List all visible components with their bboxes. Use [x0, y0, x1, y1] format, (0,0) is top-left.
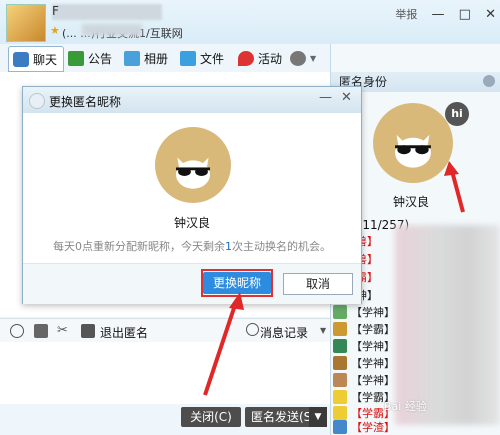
dialog-avatar: [155, 127, 231, 203]
anon-profile-name: 钟汉良: [393, 195, 430, 209]
redacted-member-names: [395, 225, 500, 425]
message-input[interactable]: [0, 342, 330, 404]
tab-activity-label: 活动: [258, 51, 283, 66]
member-avatar: [333, 304, 347, 319]
group-chat-window: F ★ (... ...)行业交流1/互联网 举报 — □ ✕ 聊天 公告 相册…: [0, 0, 500, 435]
message-history-button[interactable]: 消息记录: [260, 324, 308, 341]
member-badge: 【学渣】: [351, 420, 395, 434]
send-options-button[interactable]: ▼: [309, 407, 327, 427]
dialog-title: 更换匿名昵称: [49, 95, 122, 109]
cat-sunglasses-icon: [175, 157, 211, 189]
member-badge: 【学神】: [351, 373, 395, 387]
dialog-footer: 更换昵称 取消: [23, 263, 361, 304]
member-row[interactable]: 【学霸】: [333, 320, 396, 337]
member-avatar: [333, 419, 347, 434]
group-avatar[interactable]: [6, 4, 46, 42]
cat-sunglasses-icon: [395, 135, 431, 169]
dialog-nickname: 钟汉良: [173, 216, 210, 230]
member-badge: 【学神】: [351, 339, 395, 353]
star-icon: ★: [50, 24, 60, 37]
close-window-button[interactable]: ✕: [485, 7, 496, 22]
tab-chat[interactable]: 聊天: [8, 46, 65, 72]
exit-anon-icon: [81, 324, 95, 338]
chevron-down-icon: ▼: [310, 53, 317, 63]
group-name[interactable]: F: [52, 4, 59, 18]
member-badge: 【学霸】: [351, 322, 395, 336]
member-row[interactable]: 【学神】: [333, 354, 396, 371]
member-avatar: [333, 321, 347, 336]
note-text: 每天0点重新分配新昵称，今天剩余: [53, 240, 225, 253]
tab-activity[interactable]: 活动: [238, 47, 282, 69]
member-avatar: [333, 389, 347, 404]
tab-album-label: 相册: [144, 51, 169, 66]
qq-penguin-icon: [29, 93, 45, 109]
change-nickname-button[interactable]: 更换昵称: [203, 272, 271, 294]
input-toolbar: ✂ 退出匿名 消息记录 ▼: [0, 318, 330, 343]
dialog-note: 每天0点重新分配新昵称，今天剩余1次主动换名的机会。: [23, 238, 361, 254]
title-bar: F ★ (... ...)行业交流1/互联网 举报 — □ ✕: [0, 0, 500, 44]
report-link[interactable]: 举报: [395, 6, 417, 22]
note-count: 1: [225, 240, 232, 253]
cancel-button[interactable]: 取消: [283, 273, 353, 295]
close-button[interactable]: 关闭(C): [181, 407, 241, 427]
photo-icon: [124, 50, 140, 66]
anon-avatar: [373, 103, 453, 183]
member-avatar: [333, 338, 347, 353]
tab-files-label: 文件: [200, 51, 225, 66]
tab-files[interactable]: 文件: [180, 47, 224, 69]
group-toolbar: 聊天 公告 相册 文件 活动 ▼: [0, 44, 330, 72]
flag-icon: [68, 50, 84, 66]
member-avatar: [333, 372, 347, 387]
member-row[interactable]: 【学神】: [333, 371, 396, 388]
tab-album[interactable]: 相册: [124, 47, 168, 69]
window-controls: 举报 — □ ✕: [385, 6, 496, 22]
member-badge: 【学神】: [351, 356, 395, 370]
member-avatar: [333, 355, 347, 370]
group-name-blurred: [52, 4, 162, 20]
dialog-close-button[interactable]: ✕: [341, 90, 352, 105]
tab-announcement-label: 公告: [88, 51, 113, 66]
tab-more[interactable]: ▼: [290, 47, 316, 69]
change-nickname-dialog: 更换匿名昵称 — ✕ 钟汉良 每天0点重新分配新昵称，今天剩余1次主动换名的机会…: [22, 86, 362, 304]
exit-anon-button[interactable]: 退出匿名: [100, 324, 148, 341]
tab-announcement[interactable]: 公告: [68, 47, 112, 69]
member-row[interactable]: 【学渣】: [333, 418, 396, 435]
chevron-down-icon[interactable]: ▼: [320, 326, 326, 335]
member-row[interactable]: 【学神】: [333, 303, 396, 320]
emoji-icon[interactable]: [10, 324, 24, 338]
clock-icon: [246, 323, 259, 336]
pin-icon: [238, 50, 254, 66]
redaction-blur: [82, 24, 142, 36]
hi-badge[interactable]: hi: [445, 102, 469, 126]
folder-icon: [180, 50, 196, 66]
watermark: Bai 经验: [384, 400, 427, 413]
gear-icon: [290, 50, 306, 66]
image-icon[interactable]: [34, 324, 48, 338]
minimize-button[interactable]: —: [432, 7, 445, 22]
tab-chat-label: 聊天: [33, 52, 58, 67]
note-text-end: 次主动换名的机会。: [232, 240, 331, 253]
chat-icon: [13, 51, 29, 67]
member-row[interactable]: 【学神】: [333, 337, 396, 354]
scissors-icon[interactable]: ✂: [57, 324, 71, 338]
settings-icon[interactable]: [483, 75, 495, 87]
dialog-minimize-button[interactable]: —: [319, 90, 332, 105]
maximize-button[interactable]: □: [459, 7, 471, 22]
dialog-title-bar: 更换匿名昵称 — ✕: [23, 87, 361, 113]
member-badge: 【学神】: [351, 305, 395, 319]
